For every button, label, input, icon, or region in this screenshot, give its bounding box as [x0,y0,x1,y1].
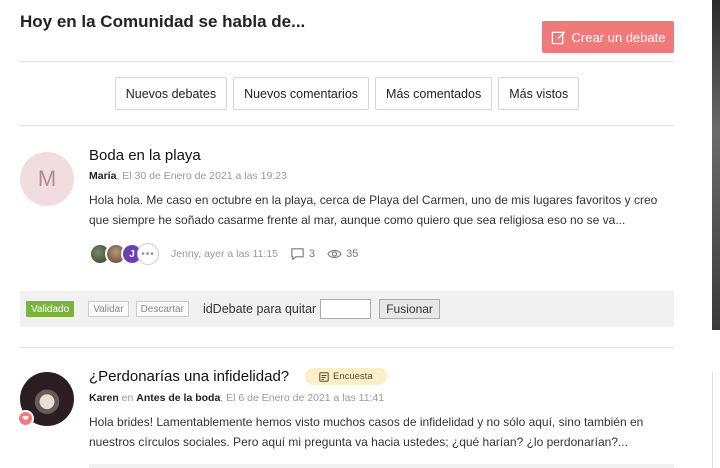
in-label: en [118,392,137,404]
create-debate-button[interactable]: Crear un debate [542,21,674,53]
author-name[interactable]: María [89,170,116,182]
poll-badge: Encuesta [305,368,387,385]
create-debate-label: Crear un debate [571,29,666,45]
page-title: Hoy en la Comunidad se habla de... [20,12,306,31]
tab-most-viewed[interactable]: Más vistos [498,77,580,110]
views-count: 35 [327,247,358,261]
tab-most-commented[interactable]: Más comentados [375,77,493,110]
discard-button[interactable]: Descartar [135,301,189,317]
merge-button[interactable]: Fusionar [379,299,440,319]
category-link[interactable]: Antes de la boda [136,392,220,404]
debate-meta: María, El 30 de Enero de 2021 a las 19:2… [89,170,287,182]
filter-tabs: Nuevos debates Nuevos comentarios Más co… [20,62,674,126]
debate-item: M Boda en la playa María, El 30 de Enero… [20,126,674,348]
page-header: Hoy en la Comunidad se habla de... Crear… [20,0,674,62]
comments-value: 3 [309,248,316,260]
tab-new-comments[interactable]: Nuevos comentarios [233,77,370,110]
poll-badge-label: Encuesta [333,371,373,382]
heart-badge-icon: ❤ [17,410,34,427]
debate-title[interactable]: ¿Perdonarías una infidelidad? [89,368,289,385]
comment-icon [291,248,304,260]
edit-icon [551,30,565,44]
debate-excerpt[interactable]: Hola hola. Me caso en octubre en la play… [89,190,674,230]
participants-row: J ••• Jenny, ayer a las 11:15 3 35 [89,242,358,266]
moderation-bar: Validado Validar Descartar idDebate para… [20,291,674,327]
more-participants-icon[interactable]: ••• [137,243,159,265]
debate-excerpt[interactable]: Hola brides! Lamentablemente hemos visto… [89,412,674,452]
debate-meta: Karen en Antes de la boda, El 6 de Enero… [89,392,384,404]
validate-button[interactable]: Validar [88,301,129,317]
debate-id-input[interactable] [320,299,372,319]
views-value: 35 [346,248,359,260]
side-banner-image [712,0,720,330]
author-name[interactable]: Karen [89,392,119,404]
comments-count: 3 [290,247,315,261]
eye-icon [327,249,342,259]
validated-badge: Validado [26,301,75,317]
last-activity: Jenny, ayer a las 11:15 [171,248,279,260]
debate-date: , El 30 de Enero de 2021 a las 19:23 [116,170,287,182]
debate-item: ❤ ¿Perdonarías una infidelidad? Encuesta… [17,348,674,468]
side-panel [712,372,720,468]
participants-row [89,464,674,468]
debate-id-label: idDebate para quitar [202,302,317,316]
debate-title[interactable]: Boda en la playa [89,147,201,164]
poll-icon [319,371,329,382]
debate-date: , El 6 de Enero de 2021 a las 11:41 [220,392,385,404]
avatar[interactable]: M [20,152,74,206]
tab-new-debates[interactable]: Nuevos debates [114,77,228,110]
